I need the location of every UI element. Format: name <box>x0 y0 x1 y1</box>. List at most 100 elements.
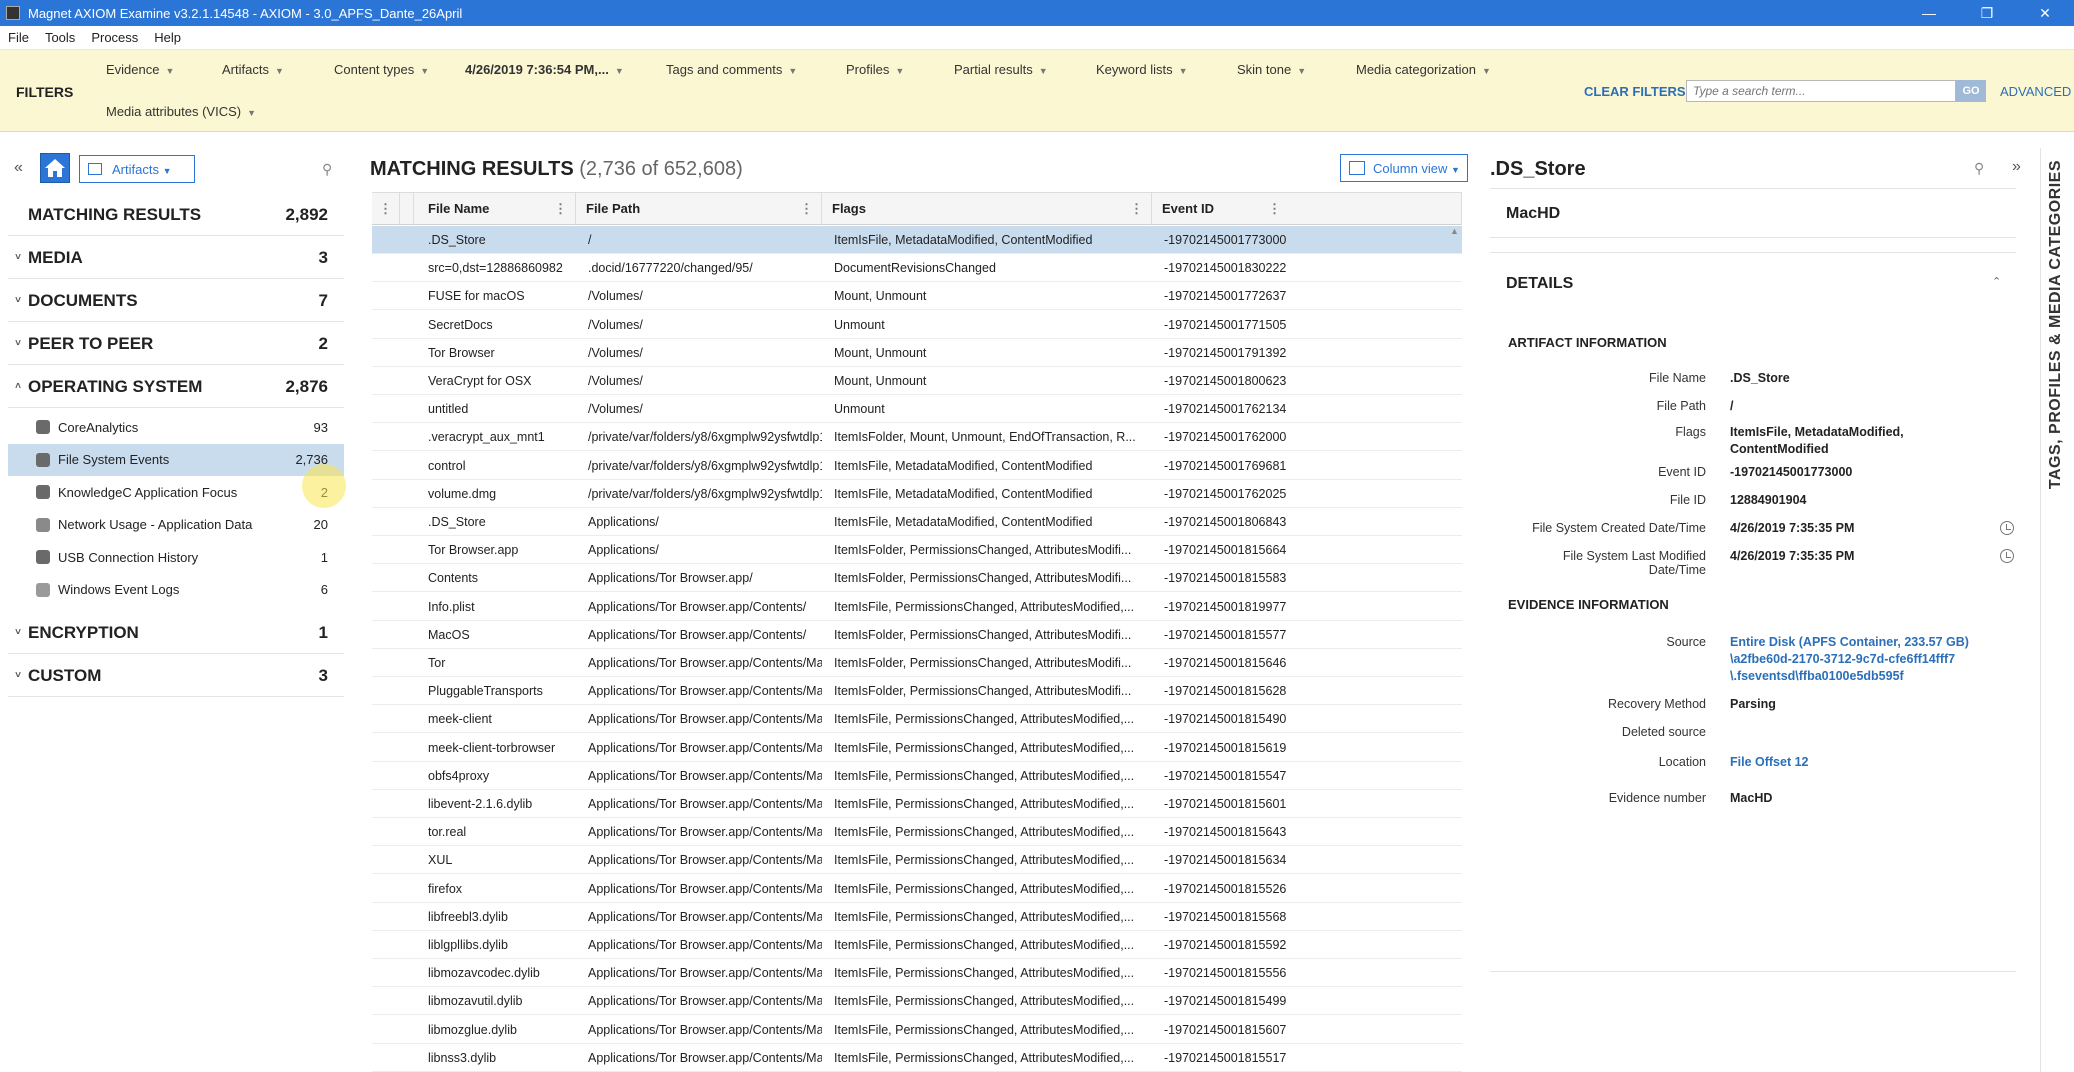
column-header-file-name[interactable]: File Name ⋮ <box>414 193 576 225</box>
artifact-item-usb-connection-history[interactable]: USB Connection History 1 <box>8 541 344 573</box>
cell-event-id: -19702145001815490 <box>1164 712 1287 727</box>
row-options-header[interactable]: ⋮ <box>372 193 400 225</box>
filter-artifacts[interactable]: Artifacts ▼ <box>222 62 284 77</box>
view-dropdown[interactable]: Artifacts ▼ <box>79 155 195 183</box>
clock-icon[interactable] <box>2000 549 2014 563</box>
cell-file-name: Contents <box>428 571 479 586</box>
scroll-up-icon[interactable]: ▲ <box>1450 226 1459 236</box>
expand-right-icon[interactable]: » <box>2012 158 2021 176</box>
close-button[interactable]: ✕ <box>2016 0 2074 26</box>
table-row[interactable]: libmozavutil.dylib Applications/Tor Brows… <box>372 987 1462 1016</box>
table-row[interactable]: FUSE for macOS/Volumes/Mount, Unmount -19… <box>372 282 1462 311</box>
filter-partial-results[interactable]: Partial results ▼ <box>954 62 1048 77</box>
artifact-item-network-usage-application-data[interactable]: Network Usage - Application Data 20 <box>8 509 344 541</box>
table-row[interactable]: untitled/Volumes/Unmount -197021450017621… <box>372 395 1462 424</box>
table-row[interactable]: src=0,dst=12886860982 .docid/16777220/cha… <box>372 254 1462 283</box>
cell-event-id: -19702145001815547 <box>1164 768 1287 783</box>
side-tab-tags-profiles[interactable]: TAGS, PROFILES & MEDIA CATEGORIES <box>2040 148 2074 1072</box>
collapse-up-icon[interactable]: ⌃ <box>1992 275 2001 288</box>
column-header-flags[interactable]: Flags ⋮ <box>822 193 1152 225</box>
chevron-icon[interactable]: ˅ <box>8 670 28 681</box>
table-row[interactable]: obfs4proxy Applications/Tor Browser.app/C… <box>372 762 1462 790</box>
table-row[interactable]: libfreebl3.dylib Applications/Tor Browser… <box>372 903 1462 931</box>
column-header-file-path[interactable]: File Path ⋮ <box>576 193 822 225</box>
filter-tags-comments[interactable]: Tags and comments ▼ <box>666 62 797 77</box>
table-row[interactable]: MacOS Applications/Tor Browser.app/Conten… <box>372 621 1462 649</box>
home-button[interactable] <box>40 153 70 183</box>
filter-media-categorization[interactable]: Media categorization ▼ <box>1356 62 1491 77</box>
filter-date-time[interactable]: 4/26/2019 7:36:54 PM,... ▼ <box>465 62 624 77</box>
cell-file-name: meek-client-torbrowser <box>428 740 556 755</box>
table-row[interactable]: .DS_Store Applications/ItemIsFile, Metada… <box>372 508 1462 536</box>
column-header-event-id[interactable]: Event ID ⋮ <box>1152 193 1462 225</box>
field-value: / <box>1730 399 1734 413</box>
table-row[interactable]: tor.real Applications/Tor Browser.app/Con… <box>372 818 1462 847</box>
filter-keyword-lists[interactable]: Keyword lists ▼ <box>1096 62 1188 77</box>
menu-file[interactable]: File <box>8 30 29 45</box>
table-row[interactable]: control/private/var/folders/y8/6xgmplw92… <box>372 452 1462 480</box>
chevron-icon[interactable]: ˅ <box>8 627 28 638</box>
table-row[interactable]: Tor Browser.app Applications/ItemIsFolder… <box>372 536 1462 565</box>
chevron-icon[interactable]: ˄ <box>8 381 28 392</box>
table-row[interactable]: libevent-2.1.6.dylib Applications/Tor Bro… <box>372 790 1462 818</box>
field-link[interactable]: File Offset 12 <box>1730 754 1809 771</box>
artifact-item-windows-event-logs[interactable]: Windows Event Logs 6 <box>8 574 344 606</box>
table-row[interactable]: meek-client-torbrowser Applications/Tor B… <box>372 734 1462 762</box>
category-encryption[interactable]: ˅ ENCRYPTION 1 <box>8 612 344 654</box>
table-row[interactable]: Contents Applications/Tor Browser.app/Ite… <box>372 564 1462 593</box>
pin-icon[interactable]: ⚲ <box>322 161 332 178</box>
chevron-icon[interactable]: ˅ <box>8 295 28 306</box>
table-row[interactable]: SecretDocs/Volumes/Unmount -1970214500177… <box>372 311 1462 339</box>
search-input[interactable] <box>1686 80 1956 102</box>
filter-media-attributes[interactable]: Media attributes (VICS) ▼ <box>106 104 256 119</box>
table-row[interactable]: XUL Applications/Tor Browser.app/Contents… <box>372 846 1462 875</box>
artifact-item-file-system-events[interactable]: File System Events 2,736 <box>8 443 344 476</box>
table-row[interactable]: Tor Browser/Volumes/Mount, Unmount -19702… <box>372 339 1462 367</box>
table-row[interactable]: .veracrypt_aux_mnt1/private/var/folders/… <box>372 423 1462 452</box>
table-row[interactable]: Tor Applications/Tor Browser.app/Contents… <box>372 649 1462 677</box>
menu-help[interactable]: Help <box>154 30 181 45</box>
column-view-dropdown[interactable]: Column view ▼ <box>1340 154 1468 182</box>
table-row[interactable]: VeraCrypt for OSX/Volumes/Mount, Unmount… <box>372 367 1462 395</box>
filter-profiles[interactable]: Profiles ▼ <box>846 62 904 77</box>
chevron-icon[interactable]: ˅ <box>8 338 28 349</box>
menu-process[interactable]: Process <box>91 30 138 45</box>
table-row[interactable]: libnss3.dylib Applications/Tor Browser.ap… <box>372 1044 1462 1072</box>
tag-column-header <box>400 193 414 225</box>
category-operating-system[interactable]: ˄ OPERATING SYSTEM 2,876 <box>8 366 344 408</box>
clock-icon[interactable] <box>2000 521 2014 535</box>
go-button[interactable]: GO <box>1956 80 1986 102</box>
table-row[interactable]: libmozavcodec.dylib Applications/Tor Brow… <box>372 959 1462 988</box>
cell-file-name: libfreebl3.dylib <box>428 909 508 924</box>
table-row[interactable]: PluggableTransports Applications/Tor Brow… <box>372 677 1462 706</box>
table-row[interactable]: firefox Applications/Tor Browser.app/Cont… <box>372 875 1462 903</box>
table-row[interactable]: .DS_Store / ItemIsFile, MetadataModified, … <box>372 226 1462 254</box>
category-documents[interactable]: ˅ DOCUMENTS 7 <box>8 280 344 322</box>
minimize-button[interactable]: — <box>1900 0 1958 26</box>
clear-filters-button[interactable]: CLEAR FILTERS <box>1584 84 1686 99</box>
category-matching-results[interactable]: MATCHING RESULTS 2,892 <box>8 194 344 236</box>
cell-flags: Unmount <box>834 402 885 417</box>
filter-content-types[interactable]: Content types ▼ <box>334 62 429 77</box>
artifact-item-knowledgec-application-focus[interactable]: KnowledgeC Application Focus2 <box>8 476 344 508</box>
advanced-search-link[interactable]: ADVANCED <box>2000 84 2071 99</box>
table-row[interactable]: Info.plist Applications/Tor Browser.app/C… <box>372 593 1462 621</box>
filter-skin-tone[interactable]: Skin tone ▼ <box>1237 62 1306 77</box>
pin-icon[interactable]: ⚲ <box>1974 160 1984 177</box>
table-row[interactable]: volume.dmg/private/var/folders/y8/6xgmpl… <box>372 480 1462 508</box>
category-custom[interactable]: ˅ CUSTOM 3 <box>8 655 344 697</box>
field-link[interactable]: Entire Disk (APFS Container, 233.57 GB) … <box>1730 634 1969 685</box>
menu-tools[interactable]: Tools <box>45 30 75 45</box>
cell-event-id: -19702145001815583 <box>1164 571 1287 586</box>
maximize-button[interactable]: ❐ <box>1958 0 2016 26</box>
table-row[interactable]: liblgpllibs.dylib Applications/Tor Browse… <box>372 931 1462 959</box>
artifact-item-coreanalytics[interactable]: CoreAnalytics 93 <box>8 411 344 443</box>
table-row[interactable]: libmozglue.dylib Applications/Tor Browser… <box>372 1016 1462 1044</box>
filter-evidence[interactable]: Evidence ▼ <box>106 62 174 77</box>
table-row[interactable]: meek-client Applications/Tor Browser.app/… <box>372 705 1462 734</box>
app-icon <box>6 6 20 20</box>
collapse-left-icon[interactable]: « <box>14 159 23 177</box>
chevron-icon[interactable]: ˅ <box>8 252 28 263</box>
category-media[interactable]: ˅ MEDIA 3 <box>8 237 344 279</box>
category-peer-to-peer[interactable]: ˅ PEER TO PEER 2 <box>8 323 344 365</box>
